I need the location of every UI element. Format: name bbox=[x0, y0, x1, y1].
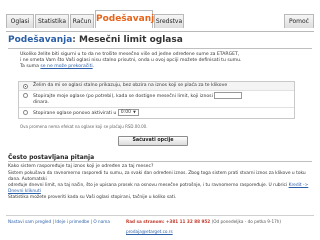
tab-sredstva[interactable]: Sredstva bbox=[154, 14, 184, 28]
faq-answer-line-2: određuje dnevni limit, na taj način, što… bbox=[8, 183, 310, 195]
radio-reactivate[interactable] bbox=[23, 110, 28, 115]
tab-oglasi[interactable]: Oglasi bbox=[6, 14, 34, 28]
footer-links[interactable]: Nastavi sam pregled | Ideje i primedbe |… bbox=[8, 217, 110, 227]
heading-divider bbox=[8, 48, 312, 49]
faq-answer-line-2-text: određuje dnevni limit, na taj način, što… bbox=[8, 183, 288, 188]
intro-line-3-pre: Ta suma bbox=[20, 64, 41, 69]
faq-answer-line-1: Sistem pokušava da ravnomerno rasporedi … bbox=[8, 171, 306, 182]
tab-pomoc[interactable]: Pomoć bbox=[284, 14, 314, 28]
footer: Nastavi sam pregled | Ideje i primedbe |… bbox=[6, 217, 314, 234]
option-monthly-limit-label: Stopirajte moje oglase (po potrebi), kad… bbox=[33, 94, 213, 99]
breadcrumb-link[interactable]: Podešavanja bbox=[8, 35, 72, 45]
radio-monthly-limit[interactable] bbox=[23, 93, 28, 98]
intro-line-3-post: . bbox=[92, 64, 95, 69]
option-monthly-limit[interactable]: Stopirajte moje oglase (po potrebi), kad… bbox=[19, 91, 294, 108]
reactivate-time-value: 0:00 bbox=[120, 110, 132, 115]
page: Oglasi Statistika Račun Podešavanja Sred… bbox=[6, 6, 314, 235]
option-note: Ova promena nema efekat na oglase koji s… bbox=[20, 124, 148, 129]
footer-phone: +381 11 32 88 952 bbox=[165, 219, 211, 224]
faq-question: Kako sistem raspoređuje taj iznos koji j… bbox=[8, 164, 154, 169]
intro-link[interactable]: se ne može prekoračiti bbox=[40, 64, 92, 69]
option-reactivate-when: u bbox=[113, 111, 117, 116]
page-title: Podešavanja: Mesečni limit oglasa bbox=[8, 35, 183, 45]
tab-racun[interactable]: Račun bbox=[70, 14, 94, 28]
radio-unlimited[interactable] bbox=[23, 84, 28, 89]
option-unlimited-label: Želim da mi se oglasi stalno prikazuju, … bbox=[33, 83, 228, 88]
faq-title: Često postavljana pitanja bbox=[8, 154, 95, 161]
reactivate-time-select[interactable]: 0:00 ▼ bbox=[117, 109, 139, 116]
tab-bar: Oglasi Statistika Račun Podešavanja Sred… bbox=[6, 10, 314, 32]
footer-email-link[interactable]: prodaja@etarget.co.rs bbox=[126, 229, 173, 234]
chevron-down-icon: ▼ bbox=[133, 110, 136, 114]
footer-contact-label: Rad sa stranom: bbox=[126, 219, 165, 224]
option-reactivate-label: Stopirane oglase ponovo aktivirati bbox=[33, 111, 112, 116]
faq-answer-line-3: Statistika možete proveriti kada su Vaši… bbox=[8, 195, 177, 200]
option-monthly-limit-unit: dinara. bbox=[33, 100, 50, 105]
footer-divider bbox=[6, 215, 314, 216]
intro-text: Ukoliko želite biti sigurni u to da ne t… bbox=[20, 52, 305, 70]
option-unlimited[interactable]: Želim da mi se oglasi stalno prikazuju, … bbox=[19, 82, 294, 91]
limit-options: Želim da mi se oglasi stalno prikazuju, … bbox=[18, 81, 295, 119]
intro-line-3: Ta suma se ne može prekoračiti. bbox=[20, 64, 305, 70]
tab-divider bbox=[6, 31, 314, 32]
footer-contact: Rad sa stranom: +381 11 32 88 952 (Od po… bbox=[126, 217, 314, 237]
tab-statistika[interactable]: Statistika bbox=[35, 14, 69, 28]
page-title-text: Mesečni limit oglasa bbox=[79, 35, 183, 45]
tab-podesavanja[interactable]: Podešavanja bbox=[95, 10, 160, 28]
breadcrumb-separator: : bbox=[72, 35, 76, 45]
faq-answer: Sistem pokušava da ravnomerno rasporedi … bbox=[8, 171, 310, 201]
option-reactivate[interactable]: Stopirane oglase ponovo aktivirati u 0:0… bbox=[19, 108, 294, 118]
save-options-button[interactable]: Sačuvati opcije bbox=[118, 136, 188, 146]
faq-divider bbox=[8, 161, 312, 162]
footer-hours: (Od ponedeljka - do petka 9-17h) bbox=[211, 219, 282, 224]
limit-amount-input[interactable] bbox=[214, 92, 243, 99]
